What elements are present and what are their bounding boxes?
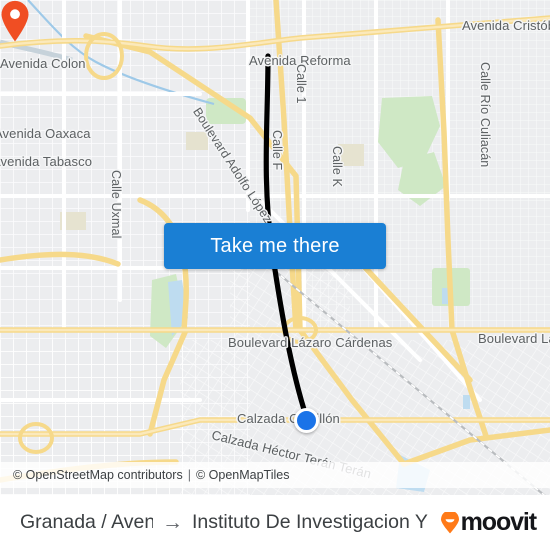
destination-map-pin-icon[interactable]: [0, 0, 30, 42]
moovit-logo[interactable]: moovit: [440, 508, 537, 537]
moovit-pin-icon: [440, 511, 459, 533]
attribution-osm[interactable]: © OpenStreetMap contributors: [13, 468, 183, 482]
moovit-wordmark: moovit: [460, 508, 537, 536]
map-attribution: © OpenStreetMap contributors | © OpenMap…: [0, 462, 550, 488]
moovit-trip-map-card: Avenida Colon Avenida Oaxaca Avenida Tabas…: [0, 0, 550, 550]
attribution-separator: |: [187, 468, 191, 482]
trip-endpoints-bar: Granada / Aveni… → Instituto De Investig…: [0, 495, 550, 550]
map-canvas[interactable]: Avenida Colon Avenida Oaxaca Avenida Tabas…: [0, 0, 550, 495]
origin-station-label[interactable]: Granada / Aveni…: [20, 511, 153, 534]
origin-location-dot-icon[interactable]: [294, 408, 319, 433]
take-me-there-button[interactable]: Take me there: [164, 223, 386, 269]
destination-station-label[interactable]: Instituto De Investigacion Y De…: [192, 511, 431, 534]
attribution-tiles[interactable]: © OpenMapTiles: [196, 468, 290, 482]
arrow-right-icon: →: [161, 511, 183, 534]
